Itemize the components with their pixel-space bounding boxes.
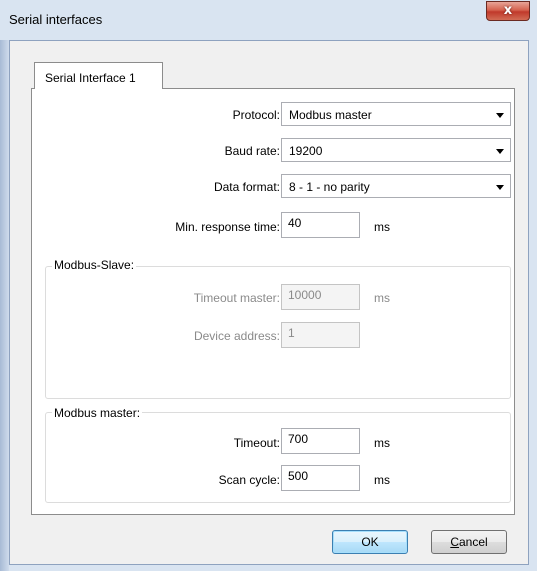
- tab-panel: Protocol: Modbus master Baud rate: 19200…: [31, 88, 515, 515]
- tab-serial-interface-1[interactable]: Serial Interface 1: [34, 62, 163, 89]
- baud-rate-select[interactable]: 19200: [281, 138, 511, 162]
- timeout-unit: ms: [374, 436, 390, 450]
- min-response-time-input[interactable]: 40: [281, 212, 360, 238]
- tab-label: Serial Interface 1: [45, 71, 136, 85]
- close-icon: x: [503, 3, 513, 18]
- title-bar[interactable]: Serial interfaces x: [0, 0, 537, 40]
- scan-cycle-input[interactable]: 500: [281, 465, 360, 491]
- device-address-label: Device address:: [193, 329, 280, 343]
- baud-rate-label: Baud rate:: [224, 144, 280, 158]
- scan-cycle-unit: ms: [374, 473, 390, 487]
- timeout-master-value: 10000: [288, 288, 322, 302]
- dialog-window: Serial interfaces x Serial Interface 1 P…: [0, 0, 537, 571]
- cancel-button[interactable]: Cancel: [431, 530, 507, 554]
- timeout-master-unit: ms: [374, 291, 390, 305]
- close-button[interactable]: x: [486, 1, 530, 21]
- min-response-time-value: 40: [288, 216, 302, 230]
- protocol-select[interactable]: Modbus master: [281, 102, 511, 126]
- device-address-input[interactable]: 1: [281, 322, 360, 348]
- chevron-down-icon: [496, 185, 504, 190]
- timeout-master-input[interactable]: 10000: [281, 284, 360, 310]
- data-format-value: 8 - 1 - no parity: [289, 180, 370, 194]
- ok-button[interactable]: OK: [332, 530, 408, 554]
- baud-rate-value: 19200: [289, 144, 323, 158]
- scan-cycle-label: Scan cycle:: [218, 473, 280, 487]
- timeout-value: 700: [288, 432, 309, 446]
- modbus-master-group-title: Modbus master:: [52, 406, 143, 420]
- chevron-down-icon: [496, 113, 504, 118]
- data-format-label: Data format:: [213, 180, 280, 194]
- min-response-time-unit: ms: [374, 220, 390, 234]
- timeout-master-label: Timeout master:: [193, 291, 280, 305]
- chevron-down-icon: [496, 149, 504, 154]
- dialog-client-area: Serial Interface 1 Protocol: Modbus mast…: [9, 40, 529, 565]
- timeout-label: Timeout:: [233, 436, 280, 450]
- window-left-frame: [0, 40, 9, 571]
- scan-cycle-value: 500: [288, 469, 309, 483]
- protocol-value: Modbus master: [289, 108, 372, 122]
- protocol-label: Protocol:: [232, 108, 280, 122]
- window-title: Serial interfaces: [9, 12, 103, 27]
- min-response-time-label: Min. response time:: [175, 220, 280, 234]
- device-address-value: 1: [288, 326, 295, 340]
- modbus-master-group: [45, 412, 511, 503]
- data-format-select[interactable]: 8 - 1 - no parity: [281, 174, 511, 198]
- modbus-slave-group-title: Modbus-Slave:: [52, 258, 137, 272]
- timeout-input[interactable]: 700: [281, 428, 360, 454]
